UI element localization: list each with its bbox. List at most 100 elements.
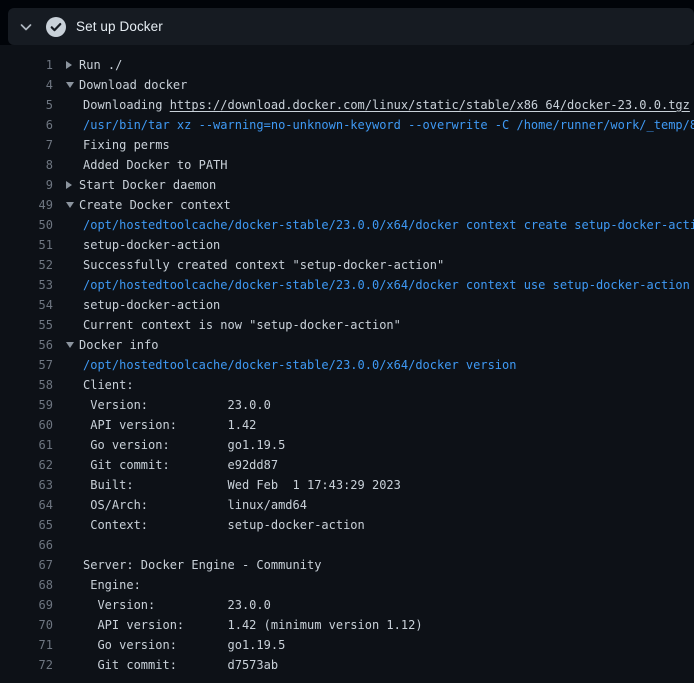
- log-segment: Git commit: d7573ab: [83, 658, 278, 672]
- log-segment: Version: 23.0.0: [83, 598, 271, 612]
- log-segment: Start Docker daemon: [79, 178, 216, 192]
- log-text: setup-docker-action: [66, 235, 220, 255]
- log-text: Downloading https://download.docker.com/…: [66, 95, 690, 115]
- log-line: 9 Start Docker daemon: [0, 175, 694, 195]
- log-segment: Engine:: [83, 578, 141, 592]
- log-line: 1 Run ./: [0, 55, 694, 75]
- chevron-down-icon[interactable]: [18, 19, 34, 35]
- triangle-down-icon[interactable]: [66, 195, 79, 215]
- line-number[interactable]: 58: [0, 375, 53, 395]
- triangle-down-icon[interactable]: [66, 75, 79, 95]
- log-line: 51 setup-docker-action: [0, 235, 694, 255]
- log-line: 70 API version: 1.42 (minimum version 1.…: [0, 615, 694, 635]
- log-line: 54 setup-docker-action: [0, 295, 694, 315]
- log-segment: Go version: go1.19.5: [83, 438, 285, 452]
- log-text: Git commit: e92dd87: [66, 455, 278, 475]
- line-number[interactable]: 54: [0, 295, 53, 315]
- triangle-right-icon[interactable]: [66, 55, 79, 75]
- log-text: Git commit: d7573ab: [66, 655, 278, 675]
- line-number[interactable]: 5: [0, 95, 53, 115]
- log-link[interactable]: https://download.docker.com/linux/static…: [170, 98, 690, 112]
- line-number[interactable]: 53: [0, 275, 53, 295]
- line-number[interactable]: 69: [0, 595, 53, 615]
- log-line: 63 Built: Wed Feb 1 17:43:29 2023: [0, 475, 694, 495]
- log-line: 69 Version: 23.0.0: [0, 595, 694, 615]
- line-number[interactable]: 8: [0, 155, 53, 175]
- line-number[interactable]: 51: [0, 235, 53, 255]
- line-number[interactable]: 1: [0, 55, 53, 75]
- log-line: 52 Successfully created context "setup-do…: [0, 255, 694, 275]
- line-number[interactable]: 70: [0, 615, 53, 635]
- line-number[interactable]: 72: [0, 655, 53, 675]
- log-line: 56 Docker info: [0, 335, 694, 355]
- log-line: 68 Engine:: [0, 575, 694, 595]
- line-number[interactable]: 68: [0, 575, 53, 595]
- log-text: Successfully created context "setup-dock…: [66, 255, 444, 275]
- log-group-header[interactable]: Run ./: [66, 55, 122, 75]
- line-number[interactable]: 71: [0, 635, 53, 655]
- log-line: 72 Git commit: d7573ab: [0, 655, 694, 675]
- log-text: /opt/hostedtoolcache/docker-stable/23.0.…: [66, 355, 516, 375]
- line-number[interactable]: 49: [0, 195, 53, 215]
- log-segment: Fixing perms: [83, 138, 170, 152]
- log-text: /opt/hostedtoolcache/docker-stable/23.0.…: [66, 215, 694, 235]
- log-segment: /usr/bin/tar xz --warning=no-unknown-key…: [83, 118, 694, 132]
- triangle-right-icon[interactable]: [66, 175, 79, 195]
- line-number[interactable]: 9: [0, 175, 53, 195]
- log-text: Client:: [66, 375, 134, 395]
- line-number[interactable]: 55: [0, 315, 53, 335]
- log-line: 65 Context: setup-docker-action: [0, 515, 694, 535]
- line-number[interactable]: 6: [0, 115, 53, 135]
- log-segment: setup-docker-action: [83, 298, 220, 312]
- log-segment: Added Docker to PATH: [83, 158, 228, 172]
- line-number[interactable]: 52: [0, 255, 53, 275]
- log-segment: Downloading: [83, 98, 170, 112]
- log-line: 55 Current context is now "setup-docker-a…: [0, 315, 694, 335]
- log-line: 67 Server: Docker Engine - Community: [0, 555, 694, 575]
- log-segment: Create Docker context: [79, 198, 231, 212]
- log-text: Added Docker to PATH: [66, 155, 228, 175]
- line-number[interactable]: 50: [0, 215, 53, 235]
- log-segment: Client:: [83, 378, 134, 392]
- log-line: 61 Go version: go1.19.5: [0, 435, 694, 455]
- log: 1 Run ./ 4 Download docker 5 Downloading http…: [0, 45, 694, 683]
- log-text: Fixing perms: [66, 135, 170, 155]
- log-text: API version: 1.42 (minimum version 1.12): [66, 615, 423, 635]
- log-text: Context: setup-docker-action: [66, 515, 365, 535]
- line-number[interactable]: 59: [0, 395, 53, 415]
- check-circle-icon: [46, 17, 66, 37]
- log-text: /usr/bin/tar xz --warning=no-unknown-key…: [66, 115, 694, 135]
- line-number[interactable]: 63: [0, 475, 53, 495]
- log-text: Server: Docker Engine - Community: [66, 555, 321, 575]
- line-number[interactable]: 4: [0, 75, 53, 95]
- log-line: 4 Download docker: [0, 75, 694, 95]
- line-number[interactable]: 56: [0, 335, 53, 355]
- log-segment: Current context is now "setup-docker-act…: [83, 318, 401, 332]
- log-segment: Docker info: [79, 338, 158, 352]
- line-number[interactable]: 60: [0, 415, 53, 435]
- log-text: setup-docker-action: [66, 295, 220, 315]
- log-line: 6/usr/bin/tar xz --warning=no-unknown-ke…: [0, 115, 694, 135]
- line-number[interactable]: 61: [0, 435, 53, 455]
- log-group-header[interactable]: Create Docker context: [66, 195, 231, 215]
- log-group-header[interactable]: Docker info: [66, 335, 158, 355]
- line-number[interactable]: 64: [0, 495, 53, 515]
- line-number[interactable]: 62: [0, 455, 53, 475]
- log-line: 58 Client:: [0, 375, 694, 395]
- log-segment: Server: Docker Engine - Community: [83, 558, 321, 572]
- log-group-header[interactable]: Download docker: [66, 75, 187, 95]
- line-number[interactable]: 57: [0, 355, 53, 375]
- log-line: 62 Git commit: e92dd87: [0, 455, 694, 475]
- log-segment: Context: setup-docker-action: [83, 518, 365, 532]
- line-number[interactable]: 66: [0, 535, 53, 555]
- line-number[interactable]: 7: [0, 135, 53, 155]
- log-line: 57/opt/hostedtoolcache/docker-stable/23.…: [0, 355, 694, 375]
- line-number[interactable]: 65: [0, 515, 53, 535]
- step-title: Set up Docker: [76, 19, 163, 34]
- log-text: Current context is now "setup-docker-act…: [66, 315, 401, 335]
- step-header[interactable]: Set up Docker: [8, 8, 694, 45]
- line-number[interactable]: 67: [0, 555, 53, 575]
- log-segment: OS/Arch: linux/amd64: [83, 498, 307, 512]
- log-group-header[interactable]: Start Docker daemon: [66, 175, 216, 195]
- triangle-down-icon[interactable]: [66, 335, 79, 355]
